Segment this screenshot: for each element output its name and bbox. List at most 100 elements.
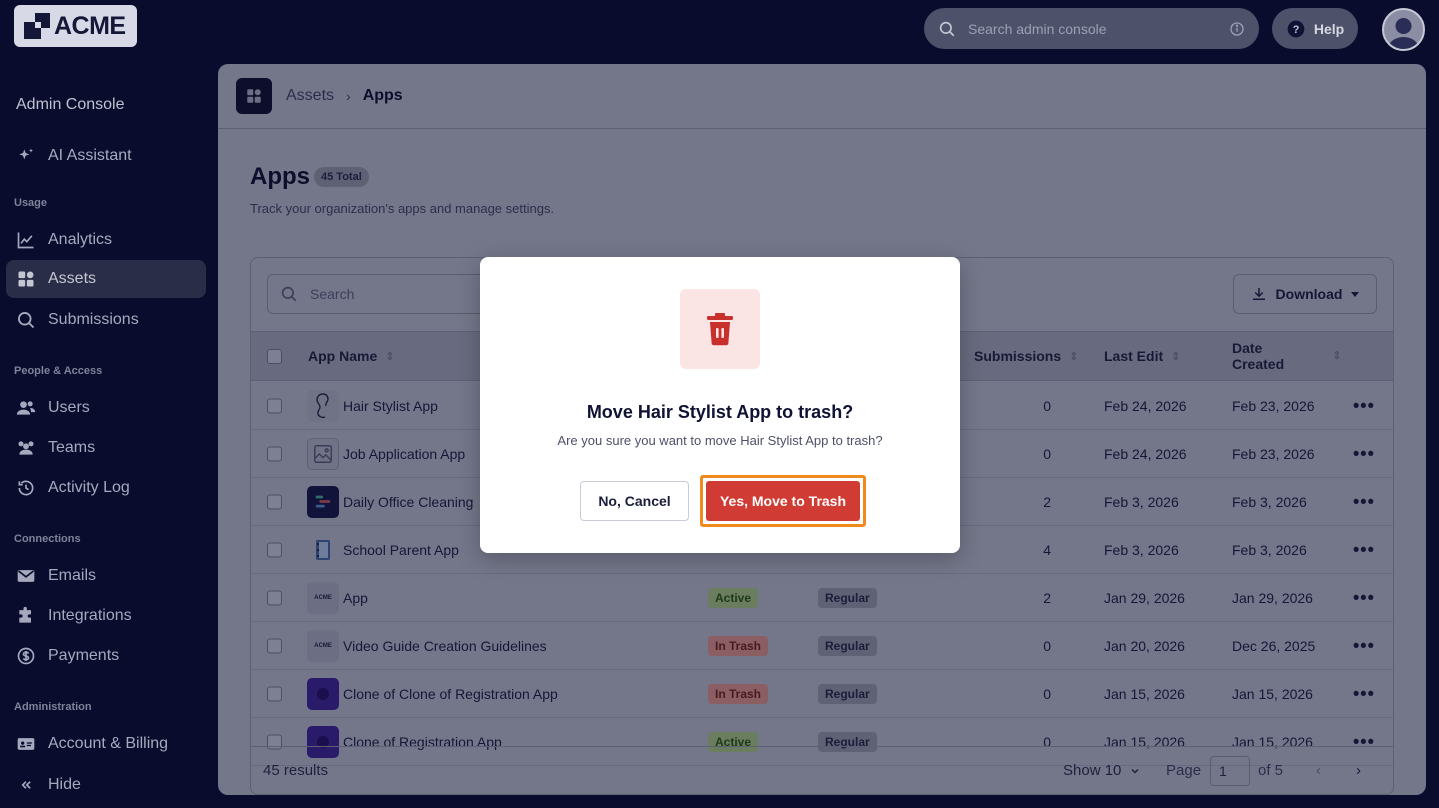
- dialog-title: Move Hair Stylist App to trash?: [586, 402, 854, 422]
- header-last-edit[interactable]: Last Edit ⇕: [1104, 332, 1180, 380]
- move-to-trash-button[interactable]: Yes, Move to Trash: [706, 481, 860, 521]
- sidebar-item-assets[interactable]: Assets: [6, 260, 206, 298]
- confirm-button-highlight: Yes, Move to Trash: [700, 475, 866, 527]
- sort-icon: ⇕: [1332, 350, 1342, 362]
- header-app-name[interactable]: App Name ⇕: [308, 332, 394, 380]
- app-name[interactable]: App: [343, 590, 368, 606]
- sidebar-section-usage: Usage: [14, 197, 48, 209]
- puzzle-icon: [19, 606, 31, 623]
- sidebar-item-integrations[interactable]: Integrations: [6, 597, 206, 635]
- submissions-count: 0: [1043, 637, 1051, 654]
- table-row[interactable]: Clone of Clone of Registration App In Tr…: [251, 670, 1393, 718]
- row-checkbox[interactable]: [267, 398, 282, 413]
- acme-logo-mark-icon: [24, 13, 50, 39]
- app-name[interactable]: Daily Office Cleaning: [343, 494, 473, 510]
- more-actions-icon[interactable]: •••: [1353, 683, 1375, 704]
- more-actions-icon[interactable]: •••: [1353, 491, 1375, 512]
- more-actions-icon[interactable]: •••: [1353, 635, 1375, 656]
- svg-text:?: ?: [1293, 23, 1300, 35]
- more-actions-icon[interactable]: •••: [1353, 443, 1375, 464]
- header-label: Last Edit: [1104, 348, 1164, 364]
- grid-icon: [18, 271, 34, 287]
- users-icon: [16, 401, 36, 415]
- admin-search-input[interactable]: Search admin console: [924, 8, 1259, 49]
- breadcrumb-separator: ›: [346, 88, 351, 104]
- sidebar-hide-button[interactable]: Hide: [6, 766, 206, 804]
- sidebar-section-administration: Administration: [14, 701, 92, 713]
- breadcrumb: Assets › Apps: [218, 64, 1426, 129]
- sparkle-icon: [19, 148, 34, 160]
- dollar-circle-icon: [17, 647, 35, 665]
- id-card-icon: [17, 738, 35, 750]
- more-actions-icon[interactable]: •••: [1353, 587, 1375, 608]
- header-submissions[interactable]: Submissions ⇕: [974, 332, 1078, 380]
- search-icon: [281, 286, 297, 302]
- status-badge: Active: [708, 587, 759, 608]
- sidebar-item-account-billing[interactable]: Account & Billing: [6, 725, 206, 763]
- row-checkbox[interactable]: [267, 638, 282, 653]
- download-button[interactable]: Download: [1233, 274, 1377, 314]
- row-checkbox[interactable]: [267, 446, 282, 461]
- more-actions-icon[interactable]: •••: [1353, 395, 1375, 416]
- sidebar-item-emails[interactable]: Emails: [6, 557, 206, 595]
- next-page-icon[interactable]: ›: [1356, 762, 1361, 779]
- table-footer: 45 results Show 10 Page 1 of 5 ‹ ›: [251, 746, 1393, 794]
- download-label: Download: [1275, 286, 1343, 302]
- app-name[interactable]: Clone of Clone of Registration App: [343, 686, 558, 702]
- app-name[interactable]: Job Application App: [343, 446, 465, 462]
- date-created: Feb 23, 2026: [1232, 397, 1315, 414]
- select-all-checkbox[interactable]: [267, 348, 282, 364]
- acme-logo[interactable]: ACME: [14, 5, 137, 47]
- row-checkbox[interactable]: [267, 590, 282, 605]
- sidebar-item-analytics[interactable]: Analytics: [6, 221, 206, 259]
- sidebar-item-label: Users: [48, 399, 90, 416]
- row-checkbox[interactable]: [267, 494, 282, 509]
- sidebar-item-label: Hide: [48, 776, 81, 793]
- prev-page-icon[interactable]: ‹: [1316, 762, 1321, 779]
- help-button[interactable]: ? Help: [1272, 8, 1358, 49]
- type-badge: Regular: [818, 587, 877, 608]
- assets-grid-icon: [236, 78, 272, 114]
- app-name[interactable]: School Parent App: [343, 542, 459, 558]
- user-avatar[interactable]: [1382, 8, 1425, 51]
- sidebar-item-activity-log[interactable]: Activity Log: [6, 469, 206, 507]
- page-total: of 5: [1258, 762, 1284, 779]
- sidebar-item-users[interactable]: Users: [6, 389, 206, 427]
- sort-icon: ⇕: [385, 350, 395, 363]
- sidebar-item-label: AI Assistant: [48, 147, 132, 164]
- table-search-input[interactable]: Search: [267, 274, 507, 314]
- row-checkbox[interactable]: [267, 542, 282, 557]
- history-icon: [18, 480, 34, 496]
- more-actions-icon[interactable]: •••: [1353, 539, 1375, 560]
- breadcrumb-assets-link[interactable]: Assets: [286, 87, 334, 105]
- app-name[interactable]: Video Guide Creation Guidelines: [343, 638, 547, 654]
- sidebar-item-label: Assets: [48, 270, 97, 287]
- last-edit: Feb 24, 2026: [1104, 397, 1187, 414]
- logo-text: ACME: [54, 11, 126, 40]
- dialog-message: Are you sure you want to move Hair Styli…: [557, 433, 883, 448]
- header-label: App Name: [308, 348, 378, 364]
- line-chart-icon: [17, 232, 34, 249]
- sidebar: Admin Console AI Assistant Usage Analyti…: [0, 60, 218, 808]
- table-row[interactable]: ACME Video Guide Creation Guidelines In …: [251, 622, 1393, 670]
- double-chevron-left-icon: [21, 781, 31, 789]
- last-edit: Feb 24, 2026: [1104, 445, 1187, 462]
- sidebar-item-submissions[interactable]: Submissions: [6, 301, 206, 339]
- page-number-input[interactable]: 1: [1210, 755, 1250, 786]
- submissions-count: 0: [1043, 445, 1051, 462]
- image-placeholder-icon: [307, 437, 339, 470]
- header-date-created[interactable]: Date Created ⇕: [1232, 332, 1341, 380]
- acme-app-icon: ACME: [307, 581, 339, 614]
- submissions-count: 0: [1043, 397, 1051, 414]
- page-size-select[interactable]: Show 10: [1063, 762, 1141, 779]
- sidebar-item-ai-assistant[interactable]: AI Assistant: [6, 137, 206, 175]
- sidebar-item-label: Integrations: [48, 607, 132, 624]
- table-row[interactable]: ACME App Active Regular 2 Jan 29, 2026 J…: [251, 574, 1393, 622]
- last-edit: Jan 29, 2026: [1104, 589, 1185, 606]
- sidebar-item-teams[interactable]: Teams: [6, 429, 206, 467]
- app-name[interactable]: Hair Stylist App: [343, 398, 438, 414]
- sidebar-item-payments[interactable]: Payments: [6, 637, 206, 675]
- row-checkbox[interactable]: [267, 686, 282, 701]
- info-icon[interactable]: [1229, 21, 1245, 37]
- cancel-button[interactable]: No, Cancel: [580, 481, 689, 521]
